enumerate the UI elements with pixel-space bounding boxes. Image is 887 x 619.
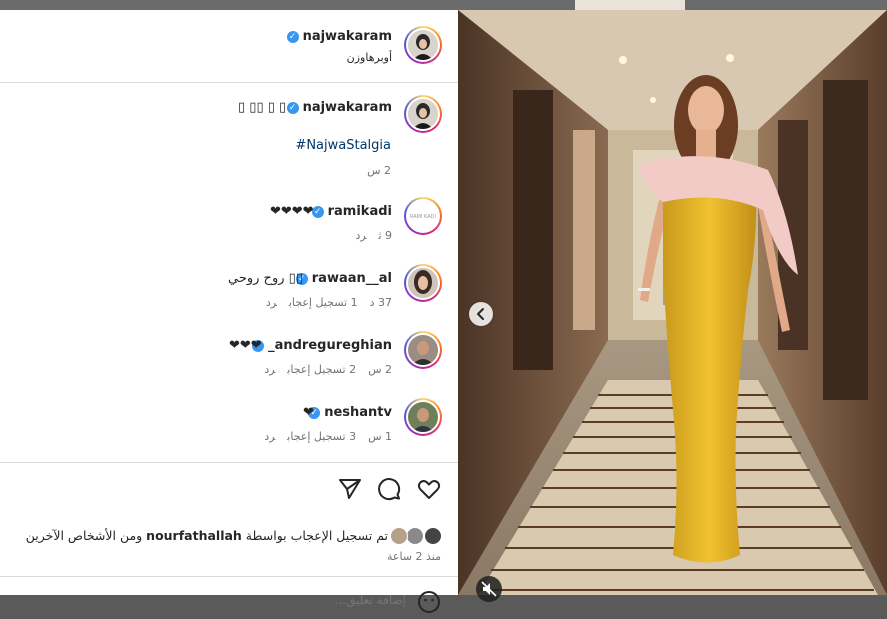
svg-text:RAMI KADI: RAMI KADI [410,214,436,220]
profile-photo-najwakaram [408,30,438,60]
comment-avatar[interactable] [404,264,442,302]
header-username[interactable]: ✓ najwakaram [286,29,392,44]
comment-button[interactable] [377,476,403,502]
reply-button[interactable]: رد [266,296,277,309]
reply-button[interactable]: رد [264,430,275,443]
verified-badge-icon: ✓ [286,101,299,114]
comment-avatar[interactable] [404,398,442,436]
liker-avatar [406,527,424,545]
comment-meta: 2 س 2 تسجيل إعجاب رد [252,363,392,376]
caption-time: 2 س [367,164,391,177]
comment-likes[interactable]: 3 تسجيل إعجاب [287,430,356,443]
profile-photo-najwakaram [408,99,438,129]
heart-icon [417,480,441,499]
browser-top-strip [0,0,887,10]
comment-text: روح روحي ▯▯ [228,271,303,286]
header-avatar[interactable] [404,26,442,64]
top-image-strip [575,0,685,10]
comment-username[interactable]: ✓ ramikadi [311,204,392,219]
comment-text: ❤ [303,405,314,420]
profile-photo-neshantv [408,402,438,432]
share-button[interactable] [337,476,363,502]
emoji-icon [418,591,440,613]
comment-username[interactable]: ✓ _andregureghian [252,338,392,353]
caption-hashtag[interactable]: #NajwaStalgia [295,138,391,153]
comment-time: 1 س [368,430,392,443]
share-icon [339,479,361,499]
comment-time: 9 ث [378,229,392,242]
post-header: ✓ najwakaram أوبرهاوزن [0,10,458,83]
comment-icon [378,478,401,501]
post-photo[interactable] [458,10,887,595]
reply-button[interactable]: رد [355,229,366,242]
caption-text: ▯ ▯▯ ▯ ▯ [238,100,287,115]
comment-text: ❤❤❤❤ [270,204,314,219]
comment-input[interactable] [120,589,408,611]
chevron-left-icon [477,308,484,320]
comment-time: 2 س [368,363,392,376]
profile-photo-rawaan [408,268,438,298]
comment-time: 37 د [369,296,392,309]
post-actions: تم تسجيل الإعجاب بواسطة nourfathallah وم… [0,462,458,573]
hallway-photo [458,10,887,595]
comment-meta: 37 د 1 تسجيل إعجاب رد [254,296,392,309]
comment-likes[interactable]: 2 تسجيل إعجاب [287,363,356,376]
liked-by-prefix: تم تسجيل الإعجاب بواسطة [241,528,388,543]
caption-avatar[interactable] [404,95,442,133]
liked-by-text[interactable]: تم تسجيل الإعجاب بواسطة nourfathallah وم… [26,528,388,543]
add-comment-bar [0,576,458,613]
liker-avatar [424,527,442,545]
comment-likes[interactable]: 1 تسجيل إعجاب [289,296,358,309]
profile-photo-andregureghian [408,335,438,365]
mute-button[interactable] [476,576,502,602]
liked-by-suffix: ومن الأشخاص الآخرين [25,528,147,543]
previous-button[interactable] [469,302,493,326]
comment-username[interactable]: ✓ neshantv [308,405,392,420]
emoji-button[interactable] [416,589,442,615]
comment-avatar[interactable]: RAMI KADI [404,197,442,235]
comment-meta: 9 ث رد [343,229,392,242]
comment-meta: 1 س 3 تسجيل إعجاب رد [252,430,392,443]
liker-avatar [390,527,408,545]
comment-username[interactable]: ✓ rawaan__al [295,271,392,286]
muted-speaker-icon [481,581,497,597]
post-side-panel: ✓ najwakaram أوبرهاوزن ✓ najwakaram ▯ ▯▯ ▯… [0,10,458,613]
liked-by-username[interactable]: nourfathallah [146,528,242,543]
header-location[interactable]: أوبرهاوزن [347,51,392,64]
caption-username[interactable]: ✓ najwakaram [286,100,392,115]
verified-badge-icon: ✓ [286,30,299,43]
profile-photo-ramikadi: RAMI KADI [408,201,438,231]
comment-avatar[interactable] [404,331,442,369]
post-time-ago: منذ 2 ساعة [386,550,441,563]
like-button[interactable] [416,476,442,502]
comment-text: ❤❤❤ [229,338,262,353]
reply-button[interactable]: رد [264,363,275,376]
